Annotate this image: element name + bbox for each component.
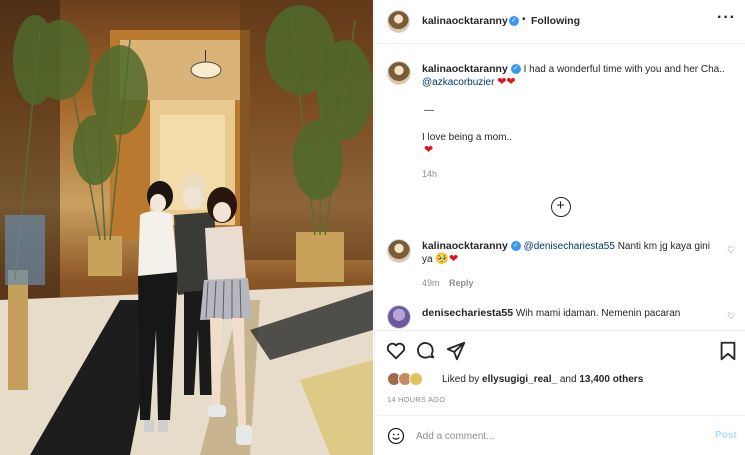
post-comment-button[interactable]: Post — [715, 430, 737, 441]
commenter-avatar[interactable] — [387, 305, 411, 329]
bookmark-icon[interactable] — [717, 340, 739, 362]
post-actions: Liked by ellysugigi_real_ and 13,400 oth… — [375, 330, 745, 415]
post-photo — [0, 0, 373, 455]
caption-username[interactable]: kalinaocktaranny — [422, 63, 508, 75]
emoji-smiley-icon[interactable] — [387, 427, 405, 445]
post-header: kalinaocktaranny ✓ • Following ··· — [375, 0, 745, 44]
caption-text-2: I love being a mom.. — [422, 132, 513, 143]
more-horizontal-icon[interactable]: ··· — [717, 9, 736, 27]
liked-by-prefix: Liked by — [442, 374, 480, 385]
caption-line-1: kalinaocktaranny ✓ I had a wonderful time… — [422, 63, 737, 76]
heart-outline-icon[interactable]: ♡ — [727, 245, 735, 256]
comment-text-a: Nanti km jg kaya gini — [617, 241, 710, 252]
comment-input[interactable] — [416, 427, 696, 445]
liked-by-and: and — [559, 374, 577, 385]
load-more-comments-button[interactable]: + — [551, 197, 571, 217]
verified-badge-icon: ✓ — [510, 241, 521, 252]
comment-text: denisechariesta55 Wih mami idaman. Nemen… — [422, 307, 680, 320]
like-heart-icon[interactable] — [385, 340, 407, 362]
comment-composer: Post — [375, 415, 745, 455]
comment-username[interactable]: denisechariesta55 — [422, 307, 513, 319]
post-timestamp[interactable]: 14 HOURS AGO — [387, 395, 445, 404]
share-paper-plane-icon[interactable] — [445, 340, 467, 362]
separator-dot: • — [522, 14, 526, 25]
author-avatar[interactable] — [387, 10, 410, 33]
comment-body: Wih mami idaman. Nemenin pacaran — [515, 308, 681, 319]
heart-outline-icon[interactable]: ♡ — [727, 311, 735, 322]
comment-text-line-1: kalinaocktaranny ✓ @denisechariesta55 Nan… — [422, 240, 722, 253]
comment-mention-link[interactable]: @denisechariesta55 — [524, 241, 615, 252]
caption-dash: — — [424, 105, 434, 116]
post-side-panel: kalinaocktaranny ✓ • Following ··· kalin… — [374, 0, 745, 455]
comment-bubble-icon[interactable] — [415, 340, 437, 362]
comment-time[interactable]: 49m — [422, 278, 440, 288]
reply-button[interactable]: Reply — [449, 278, 474, 288]
caption-hearts: ❤❤ — [497, 76, 516, 88]
caption-heart: ❤ — [424, 144, 434, 156]
verified-badge-icon: ✓ — [509, 16, 519, 26]
author-username[interactable]: kalinaocktaranny — [422, 15, 508, 27]
commenter-avatar[interactable] — [387, 239, 411, 263]
caption-time[interactable]: 14h — [422, 169, 437, 179]
liked-by-text: Liked by ellysugigi_real_ and 13,400 oth… — [442, 374, 643, 385]
comments-list: kalinaocktaranny ✓ @denisechariesta55 Nan… — [375, 228, 745, 330]
liker-avatar[interactable] — [409, 372, 423, 386]
comment-emoji: 🥺❤ — [435, 253, 459, 265]
comment-text-line-2: ya 🥺❤ — [422, 253, 458, 266]
liked-by-user[interactable]: ellysugigi_real_ — [482, 374, 557, 385]
comment-text-b: ya — [422, 254, 433, 265]
caption-line-2: @azkacorbuzier ❤❤ — [422, 76, 516, 89]
plus-icon: + — [556, 197, 565, 214]
verified-badge-icon: ✓ — [510, 64, 521, 75]
caption-mention-link[interactable]: @azkacorbuzier — [422, 77, 494, 88]
likes-count[interactable]: 13,400 others — [579, 374, 643, 385]
caption-text-1: I had a wonderful time with you and her … — [523, 64, 725, 75]
following-button[interactable]: Following — [531, 15, 580, 27]
caption-author-avatar[interactable] — [387, 61, 411, 85]
comment-username[interactable]: kalinaocktaranny — [422, 240, 508, 252]
